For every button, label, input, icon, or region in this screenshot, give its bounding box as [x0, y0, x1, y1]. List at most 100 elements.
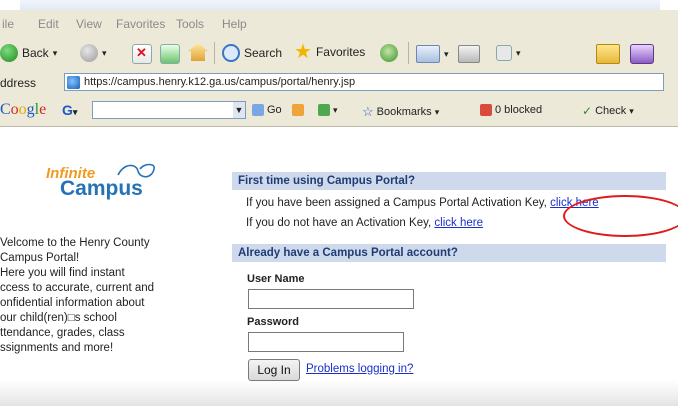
- refresh-button[interactable]: [160, 44, 180, 64]
- no-activation-key-line: If you do not have an Activation Key, cl…: [246, 217, 483, 229]
- google-logo-letter: o: [10, 101, 19, 118]
- blocked-label: 0 blocked: [495, 104, 543, 116]
- chevron-down-icon: ▾: [333, 104, 338, 115]
- chevron-down-icon: ▾: [102, 47, 107, 58]
- mail-button[interactable]: ▾: [416, 45, 449, 63]
- google-menu-button[interactable]: G▾: [62, 102, 77, 118]
- stop-button[interactable]: [132, 44, 152, 64]
- welcome-line: Here you will find instant: [0, 267, 125, 279]
- stop-icon: [132, 44, 152, 64]
- bookmarks-button[interactable]: ☆ Bookmarks ▾: [362, 104, 439, 120]
- account-heading: Already have a Campus Portal account?: [232, 244, 666, 262]
- messenger-icon: [630, 44, 654, 64]
- menu-bar: ile Edit View Favorites Tools Help: [0, 10, 678, 37]
- address-label: ddress: [0, 76, 37, 90]
- check-icon: ✓: [582, 104, 593, 118]
- password-label: Password: [247, 316, 299, 328]
- favorites-button[interactable]: ★ Favorites: [294, 41, 365, 63]
- search-button[interactable]: Search: [222, 44, 282, 62]
- edit-button[interactable]: ▾: [496, 45, 521, 61]
- google-logo: Coogle: [0, 101, 46, 119]
- printer-icon: [458, 45, 480, 63]
- refresh-icon: [160, 44, 180, 64]
- forward-arrow-icon: [80, 44, 98, 62]
- star-icon: ★: [294, 41, 312, 63]
- mail-icon: [416, 45, 440, 63]
- chevron-down-icon: ▾: [72, 107, 78, 117]
- spell-check-button[interactable]: ✓ Check ▾: [582, 104, 634, 118]
- folder-button[interactable]: [596, 44, 620, 64]
- check-label: Check: [595, 105, 627, 117]
- google-logo-letter: o: [18, 101, 27, 118]
- no-key-click-here-link[interactable]: click here: [434, 217, 483, 229]
- folder-icon: [596, 44, 620, 64]
- history-button[interactable]: [380, 44, 398, 62]
- print-button[interactable]: [458, 45, 480, 63]
- login-button[interactable]: Log In: [248, 359, 300, 381]
- back-button[interactable]: Back ▾: [0, 44, 57, 62]
- menu-view[interactable]: View: [76, 17, 102, 31]
- no-activation-key-text: If you do not have an Activation Key,: [246, 217, 432, 229]
- bottom-shadow: [0, 380, 678, 406]
- menu-file[interactable]: ile: [2, 17, 14, 31]
- title-bar: [20, 0, 660, 10]
- google-logo-letter: g: [26, 101, 35, 118]
- chevron-down-icon[interactable]: ▼: [233, 102, 245, 118]
- toolbar-separator: [408, 42, 409, 64]
- google-search-input[interactable]: ▼: [92, 101, 246, 119]
- address-url: https://campus.henry.k12.ga.us/campus/po…: [84, 76, 356, 88]
- options-icon: [318, 104, 330, 116]
- chevron-down-icon: ▾: [444, 48, 449, 59]
- chevron-down-icon: ▾: [516, 47, 521, 58]
- activation-key-text: If you have been assigned a Campus Porta…: [246, 197, 547, 209]
- bookmark-star-icon: ☆: [362, 104, 374, 119]
- password-input[interactable]: [248, 332, 404, 352]
- google-go-button[interactable]: Go: [252, 104, 282, 116]
- back-arrow-icon: [0, 44, 18, 62]
- welcome-line: Campus Portal!: [0, 252, 80, 264]
- infinite-campus-logo: Infinite Campus: [34, 163, 184, 205]
- screenshot: ile Edit View Favorites Tools Help Back …: [0, 0, 678, 406]
- welcome-text: Velcome to the Henry County Campus Porta…: [0, 236, 234, 356]
- username-label: User Name: [247, 273, 305, 285]
- welcome-line: ccess to accurate, current and: [0, 282, 155, 294]
- home-icon: [188, 43, 208, 61]
- back-label: Back: [22, 46, 49, 60]
- google-options-button[interactable]: ▾: [318, 104, 338, 116]
- news-icon: [292, 104, 304, 116]
- page-icon: [67, 75, 80, 89]
- red-annotation-circle: [563, 195, 678, 237]
- forward-button[interactable]: ▾: [80, 44, 107, 62]
- messenger-button[interactable]: [630, 44, 654, 64]
- chevron-down-icon: ▾: [52, 47, 58, 58]
- search-label: Search: [244, 46, 283, 60]
- welcome-line: ssignments and more!: [0, 342, 114, 354]
- username-input[interactable]: [248, 289, 414, 309]
- popup-blocker-button[interactable]: 0 blocked: [480, 104, 542, 116]
- menu-tools[interactable]: Tools: [176, 17, 204, 31]
- bookmarks-label: Bookmarks: [376, 106, 432, 118]
- go-label: Go: [267, 104, 282, 116]
- first-time-heading: First time using Campus Portal?: [232, 172, 666, 190]
- edit-page-icon: [496, 45, 512, 61]
- google-menu-label: G: [62, 102, 73, 118]
- activation-key-line: If you have been assigned a Campus Porta…: [246, 197, 599, 209]
- address-bar: ddress https://campus.henry.k12.ga.us/ca…: [0, 70, 678, 97]
- logo-campus-text: Campus: [60, 177, 143, 200]
- home-button[interactable]: [188, 43, 208, 61]
- search-icon: [222, 44, 240, 62]
- google-news-button[interactable]: [292, 104, 304, 116]
- menu-help[interactable]: Help: [222, 17, 247, 31]
- welcome-line: ttendance, grades, class: [0, 327, 125, 339]
- menu-edit[interactable]: Edit: [38, 17, 59, 31]
- google-logo-letter: C: [0, 101, 11, 118]
- chevron-down-icon: ▾: [434, 106, 440, 117]
- standard-toolbar: Back ▾ ▾ Search ★ Favorites: [0, 36, 678, 71]
- address-input[interactable]: https://campus.henry.k12.ga.us/campus/po…: [64, 73, 664, 91]
- problems-logging-in-link[interactable]: Problems logging in?: [306, 363, 413, 375]
- go-icon: [252, 104, 264, 116]
- welcome-line: Velcome to the Henry County: [0, 237, 150, 249]
- menu-favorites[interactable]: Favorites: [116, 17, 165, 31]
- blocked-icon: [480, 104, 492, 116]
- google-logo-letter: e: [39, 101, 47, 118]
